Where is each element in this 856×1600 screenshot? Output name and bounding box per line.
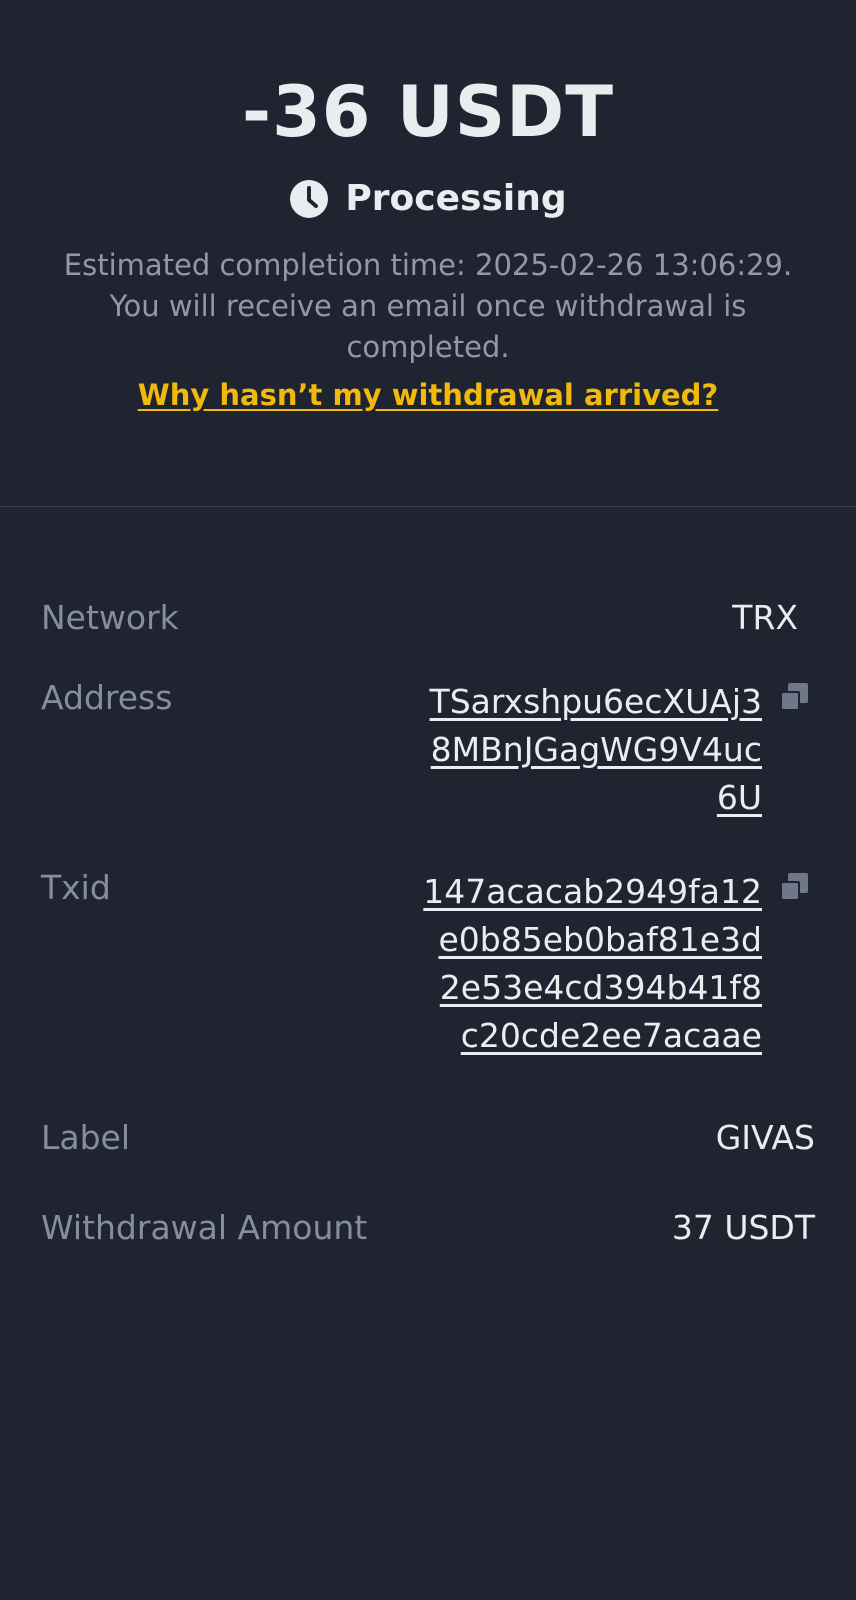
withdrawal-summary: -36 USDT Processing Estimated completion… [0, 0, 856, 412]
withdrawal-details: Network TRX Address TSarxshpu6ecXUAj38MB… [0, 580, 856, 1280]
detail-row-network: Network TRX [0, 580, 856, 670]
detail-row-label: Label GIVAS [0, 1100, 856, 1190]
detail-row-withdrawal-amount: Withdrawal Amount 37 USDT [0, 1190, 856, 1280]
network-value: TRX [732, 598, 798, 637]
network-label: Network [41, 598, 179, 637]
status-row: Processing [0, 178, 856, 219]
txid-value[interactable]: 147acacab2949fa12e0b85eb0baf81e3d2e53e4c… [422, 868, 762, 1060]
section-divider [0, 506, 856, 507]
withdrawal-amount-value: 37 USDT [671, 1208, 815, 1247]
clock-icon [289, 179, 329, 219]
address-label: Address [41, 678, 173, 717]
copy-icon[interactable] [779, 682, 809, 712]
status-label: Processing [345, 178, 567, 219]
withdrawal-help-link[interactable]: Why hasn’t my withdrawal arrived? [138, 378, 718, 412]
label-label: Label [41, 1118, 131, 1157]
withdrawal-amount-label: Withdrawal Amount [41, 1208, 368, 1247]
detail-row-txid: Txid 147acacab2949fa12e0b85eb0baf81e3d2e… [0, 860, 856, 1100]
address-value[interactable]: TSarxshpu6ecXUAj38MBnJGagWG9V4uc6U [422, 678, 762, 822]
estimated-completion-text: Estimated completion time: 2025-02-26 13… [63, 248, 793, 364]
detail-row-address: Address TSarxshpu6ecXUAj38MBnJGagWG9V4uc… [0, 670, 856, 860]
withdrawal-amount-heading: -36 USDT [242, 71, 614, 153]
label-value: GIVAS [715, 1118, 815, 1157]
txid-label: Txid [41, 868, 111, 907]
copy-icon[interactable] [779, 872, 809, 902]
